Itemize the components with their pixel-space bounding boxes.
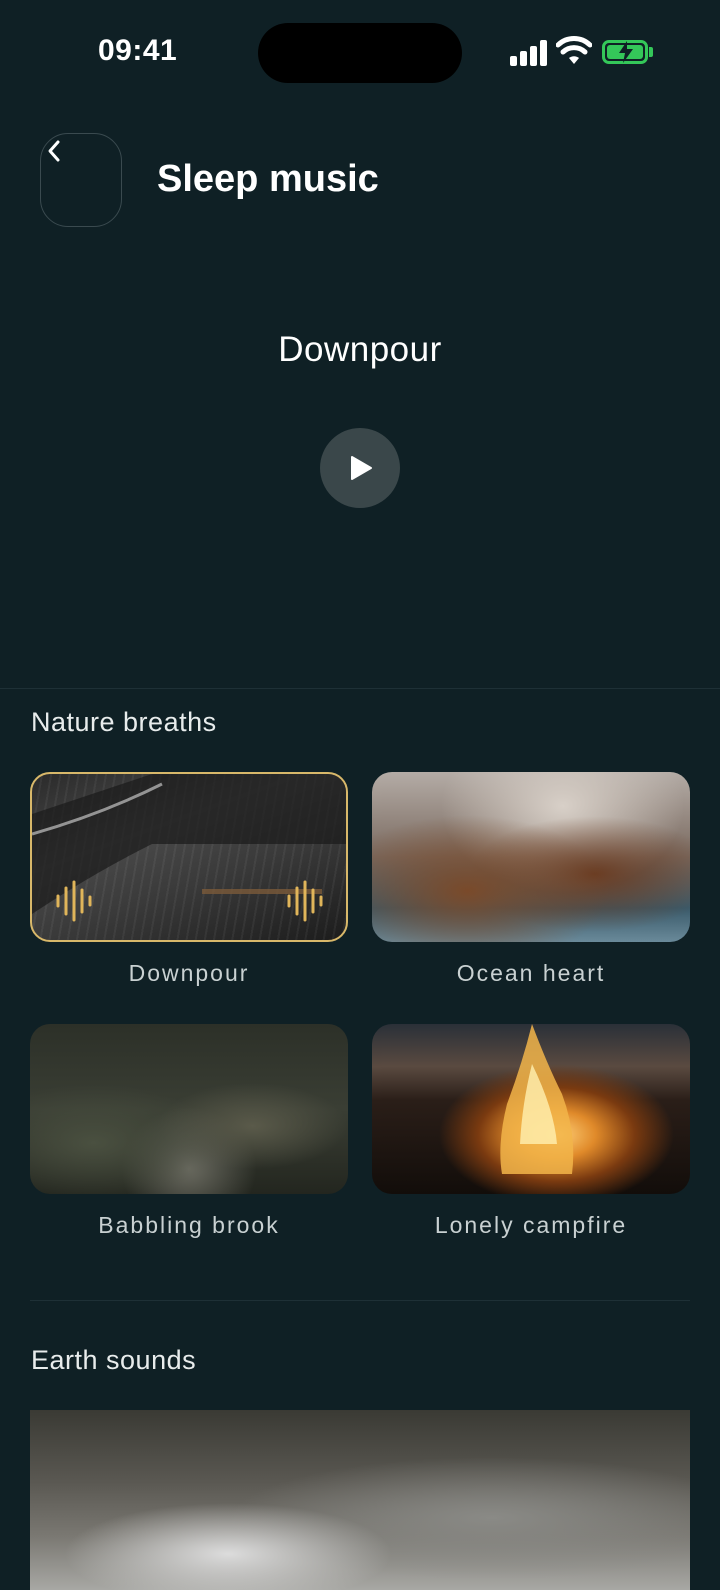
battery-icon: [602, 40, 648, 64]
section-divider: [30, 1300, 690, 1301]
sound-card-babbling-brook[interactable]: [30, 1024, 348, 1194]
cellular-signal-icon: [510, 40, 548, 66]
section-title-nature-breaths: Nature breaths: [31, 707, 217, 737]
sound-wave-icon: [287, 880, 323, 922]
wifi-icon: [556, 36, 592, 64]
back-button[interactable]: [40, 133, 122, 227]
section-divider: [0, 688, 720, 689]
status-bar: 09:41: [0, 0, 720, 100]
sound-wave-icon: [56, 880, 92, 922]
section-title-earth-sounds: Earth sounds: [31, 1345, 197, 1375]
page-title: Sleep music: [157, 158, 379, 200]
sound-card-earth-featured[interactable]: [30, 1410, 690, 1590]
sound-card-label: Babbling brook: [98, 1212, 280, 1238]
play-icon: [351, 456, 372, 480]
sound-card-label: Downpour: [128, 960, 250, 986]
sound-card-label: Lonely campfire: [434, 1212, 628, 1238]
battery-cap: [649, 47, 653, 57]
now-playing-title: Downpour: [278, 330, 442, 369]
dynamic-island: [258, 23, 462, 83]
sound-card-downpour[interactable]: [30, 772, 348, 942]
campfire-flame-shape: [500, 1024, 574, 1174]
sound-card-label: Ocean heart: [456, 960, 606, 986]
chevron-left-icon: [48, 140, 60, 162]
play-button[interactable]: [320, 428, 400, 508]
status-time: 09:41: [98, 34, 178, 67]
sound-card-ocean-heart[interactable]: [372, 772, 690, 942]
sound-card-lonely-campfire[interactable]: [372, 1024, 690, 1194]
